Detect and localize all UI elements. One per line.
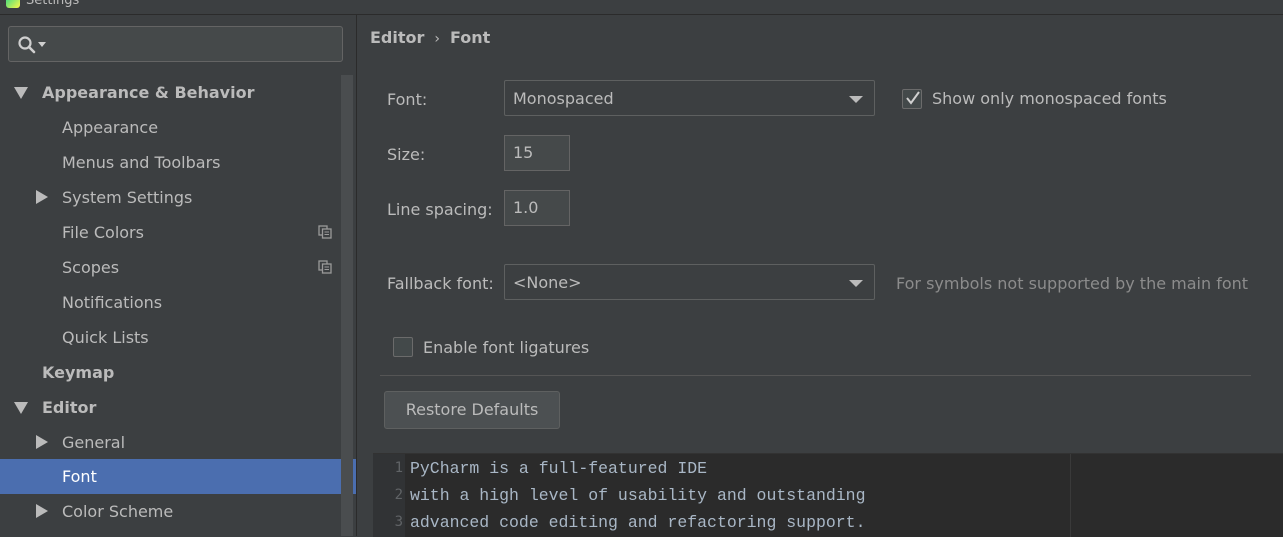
show-only-monospaced-label[interactable]: Show only monospaced fonts [932,89,1167,108]
size-label: Size: [387,145,426,164]
line-spacing-label: Line spacing: [387,200,493,219]
separator [380,375,1251,376]
fallback-font-value: <None> [513,273,582,292]
preview-line: with a high level of usability and outst… [410,486,866,505]
restore-defaults-button[interactable]: Restore Defaults [384,391,560,429]
window-title: Settings [26,0,80,8]
settings-search-input[interactable] [53,33,337,57]
tree-item-editor[interactable]: Editor [0,390,356,425]
project-copy-icon [318,225,332,239]
project-copy-icon [318,260,332,274]
pycharm-app-icon [6,0,20,8]
font-label: Font: [387,90,428,109]
tree-item-label: Keymap [42,363,115,382]
tree-item-label: Quick Lists [62,328,149,347]
tree-item-label: Color Scheme [62,502,174,521]
tree-item-label: Scopes [62,258,120,277]
breadcrumb-parent[interactable]: Editor [370,28,424,47]
breadcrumb-current: Font [450,28,491,47]
tree-item-system-settings[interactable]: System Settings [0,180,356,215]
font-combobox[interactable]: Monospaced [504,80,875,116]
size-input[interactable]: 15 [504,135,570,171]
enable-ligatures-checkbox[interactable] [393,337,413,357]
expand-arrow-down-icon[interactable] [14,87,28,99]
tree-item-label: Notifications [62,293,163,312]
line-number-gutter: 1 2 3 [373,454,405,537]
settings-content: Editor › Font Font: Monospaced Show only m… [357,15,1283,537]
breadcrumb: Editor › Font [370,28,490,47]
sidebar-scrollbar[interactable] [341,75,353,536]
expand-arrow-right-icon[interactable] [36,435,48,449]
tree-item-notifications[interactable]: Notifications [0,285,356,320]
settings-sidebar: Appearance & Behavior Appearance Menus a… [0,15,356,536]
tree-item-label: Appearance [62,118,159,137]
breadcrumb-separator: › [434,31,441,47]
tree-item-font[interactable]: Font [0,459,356,494]
tree-item-general[interactable]: General [0,425,356,460]
tree-item-menus-and-toolbars[interactable]: Menus and Toolbars [0,145,356,180]
preview-line: PyCharm is a full-featured IDE [410,459,708,478]
line-spacing-input[interactable]: 1.0 [504,190,570,226]
chevron-down-icon [849,280,863,287]
tree-item-label: File Colors [62,223,144,242]
enable-ligatures-label[interactable]: Enable font ligatures [423,338,589,357]
tree-item-appearance[interactable]: Appearance [0,110,356,145]
tree-item-label: Menus and Toolbars [62,153,221,172]
expand-arrow-down-icon[interactable] [14,402,28,414]
line-number: 2 [394,487,403,503]
tree-item-scopes[interactable]: Scopes [0,250,356,285]
checkmark-icon [906,91,920,105]
chevron-down-icon [849,96,863,103]
tree-item-label: Editor [42,398,97,417]
tree-item-label: Font [62,467,97,486]
tree-item-label: General [62,433,126,452]
fallback-font-hint: For symbols not supported by the main fo… [896,274,1249,293]
tree-item-label: Appearance & Behavior [42,83,255,102]
search-icon[interactable] [17,35,37,55]
tree-item-file-colors[interactable]: File Colors [0,215,356,250]
right-margin-guide [1070,454,1071,537]
font-combobox-value: Monospaced [513,89,614,108]
line-number: 1 [394,460,403,476]
expand-arrow-right-icon[interactable] [36,190,48,204]
fallback-font-label: Fallback font: [387,274,494,293]
title-bar: Settings [0,0,1283,15]
preview-line: advanced code editing and refactoring su… [410,513,866,532]
search-options-chevron-down-icon[interactable] [38,42,46,48]
font-settings-panel: Font: Monospaced Show only monospaced fo… [357,63,1283,537]
tree-item-keymap[interactable]: Keymap [0,355,356,390]
show-only-monospaced-checkbox[interactable] [902,89,922,109]
font-preview-editor[interactable]: 1 2 3 PyCharm is a full-featured IDE wit… [373,453,1283,537]
tree-item-quick-lists[interactable]: Quick Lists [0,320,356,355]
fallback-font-combobox[interactable]: <None> [504,264,875,300]
search-box[interactable] [8,26,343,62]
tree-item-color-scheme[interactable]: Color Scheme [0,494,356,529]
line-number: 3 [394,514,403,530]
tree-item-label: System Settings [62,188,193,207]
tree-item-appearance-behavior[interactable]: Appearance & Behavior [0,75,356,110]
expand-arrow-right-icon[interactable] [36,504,48,518]
